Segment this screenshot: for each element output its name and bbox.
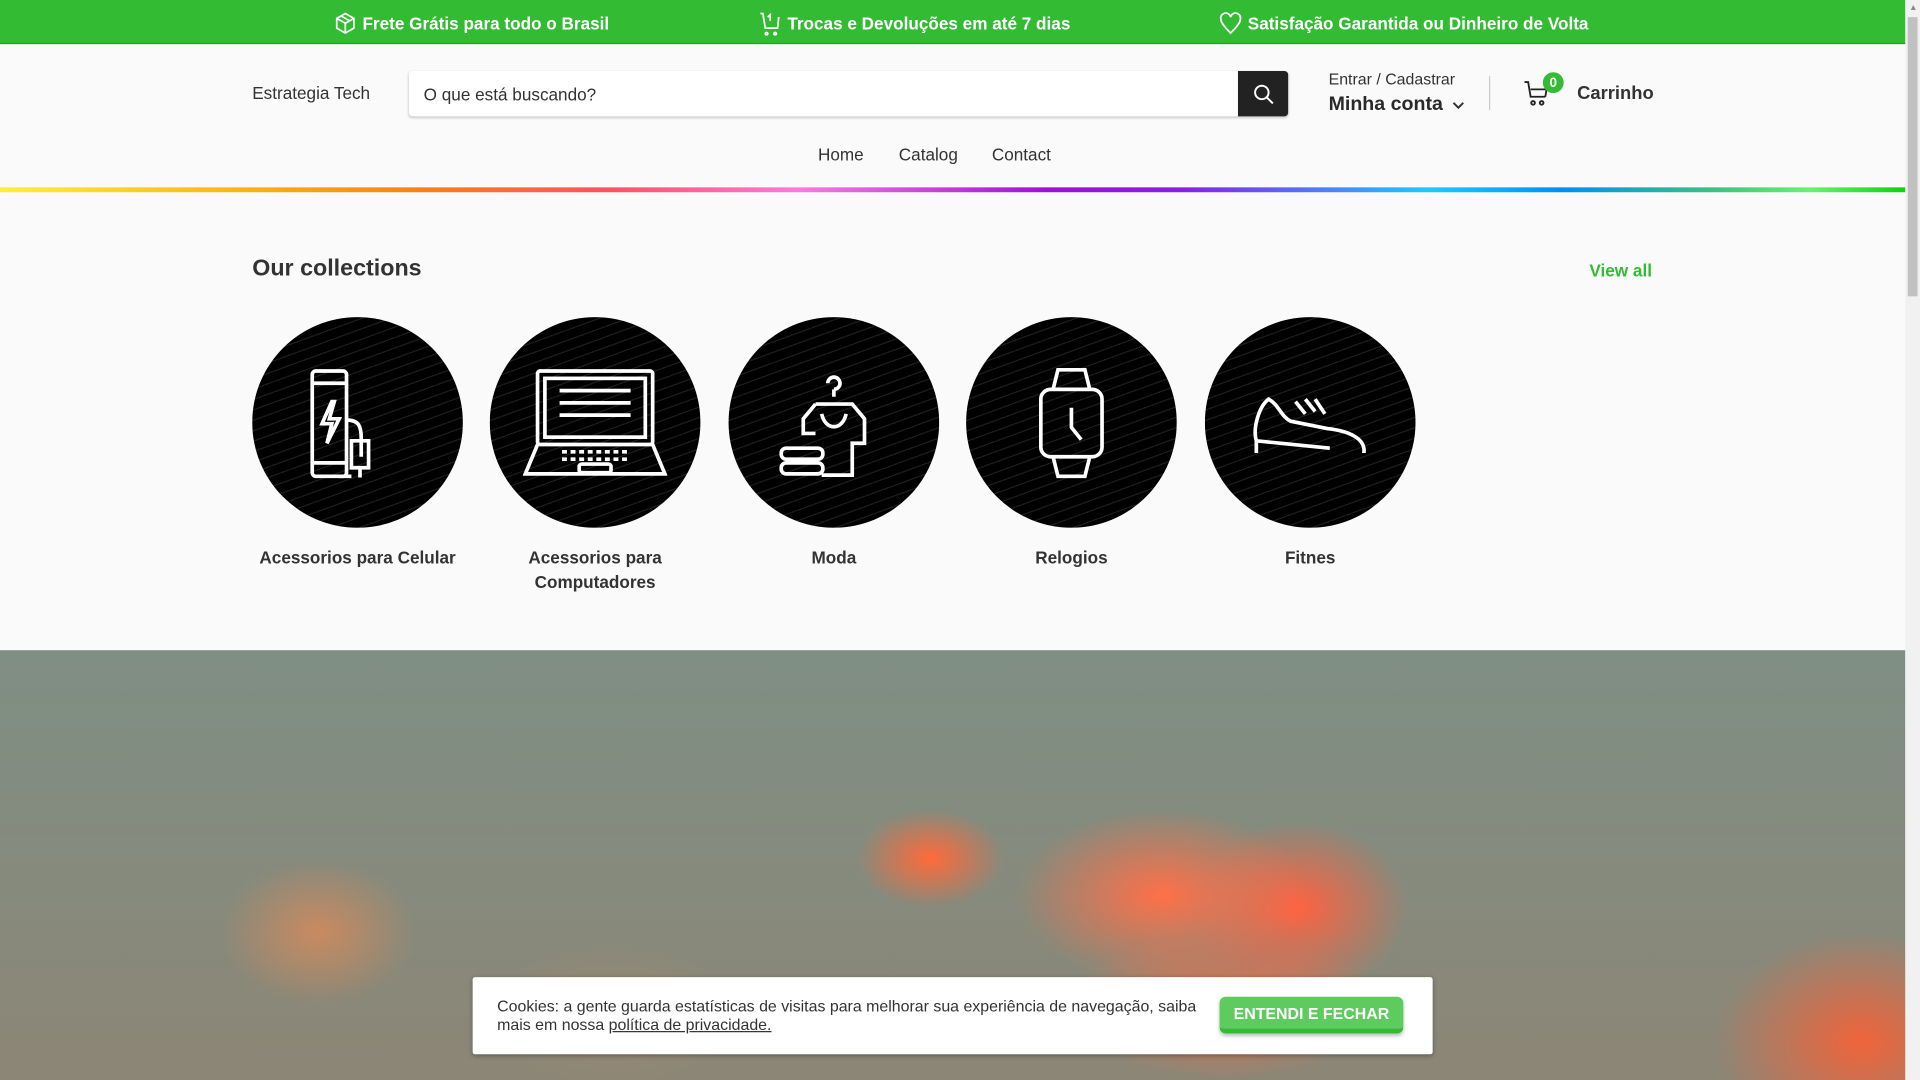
smartwatch-icon bbox=[1038, 367, 1104, 478]
phone-charger-icon bbox=[310, 368, 371, 478]
collection-moda[interactable]: Moda bbox=[728, 317, 940, 569]
nav-home[interactable]: Home bbox=[818, 144, 864, 164]
collection-celular[interactable]: Acessorios para Celular bbox=[252, 317, 463, 569]
announcement-bar: Frete Grátis para todo o Brasil Trocas e… bbox=[0, 0, 1906, 45]
search-input[interactable] bbox=[423, 71, 1232, 117]
accept-cookies-button[interactable]: ENTENDI E FECHAR bbox=[1219, 996, 1404, 1034]
laptop-icon bbox=[522, 369, 668, 476]
search-bar bbox=[408, 71, 1289, 117]
scroll-up-arrow-icon[interactable]: ▲ bbox=[1909, 4, 1917, 13]
cart-return-icon bbox=[760, 12, 780, 36]
divider bbox=[1488, 75, 1491, 111]
view-all-link[interactable]: View all bbox=[1589, 261, 1652, 281]
rainbow-divider bbox=[0, 187, 1906, 193]
guarantee-notice: Satisfação Garantida ou Dinheiro de Volt… bbox=[1218, 11, 1588, 35]
nav-catalog[interactable]: Catalog bbox=[899, 144, 958, 164]
box-icon bbox=[335, 12, 355, 35]
free-shipping-notice: Frete Grátis para todo o Brasil bbox=[333, 11, 609, 35]
collections-title: Our collections bbox=[252, 255, 422, 282]
cookie-banner: Cookies: a gente guarda estatísticas de … bbox=[472, 977, 1433, 1055]
my-account-dropdown[interactable]: Minha conta bbox=[1329, 94, 1465, 116]
clothes-hanger-icon bbox=[779, 374, 867, 477]
page: Frete Grátis para todo o Brasil Trocas e… bbox=[0, 0, 1920, 1080]
cart-count-badge: 0 bbox=[1542, 72, 1564, 94]
cart-button[interactable]: 0 Carrinho bbox=[1523, 72, 1654, 107]
login-register-link[interactable]: Entrar / Cadastrar bbox=[1329, 70, 1456, 88]
search-icon bbox=[1253, 84, 1273, 104]
returns-notice: Trocas e Devoluções em até 7 dias bbox=[758, 11, 1070, 36]
scrollbar[interactable]: ▲ bbox=[1905, 0, 1920, 1080]
nav-contact[interactable]: Contact bbox=[992, 144, 1051, 164]
collection-computadores[interactable]: Acessorios para Computadores bbox=[489, 317, 701, 594]
collection-fitnes[interactable]: Fitnes bbox=[1204, 317, 1416, 569]
privacy-policy-link[interactable]: política de privacidade. bbox=[609, 1015, 772, 1033]
sneaker-icon bbox=[1253, 397, 1366, 454]
heart-icon bbox=[1219, 12, 1242, 35]
chevron-down-icon bbox=[1453, 101, 1465, 109]
scrollbar-thumb[interactable] bbox=[1907, 17, 1918, 297]
store-logo[interactable]: Estrategia Tech bbox=[252, 83, 370, 103]
search-button[interactable] bbox=[1237, 71, 1289, 117]
cookie-message: Cookies: a gente guarda estatísticas de … bbox=[497, 996, 1197, 1034]
collection-relogios[interactable]: Relogios bbox=[966, 317, 1177, 569]
